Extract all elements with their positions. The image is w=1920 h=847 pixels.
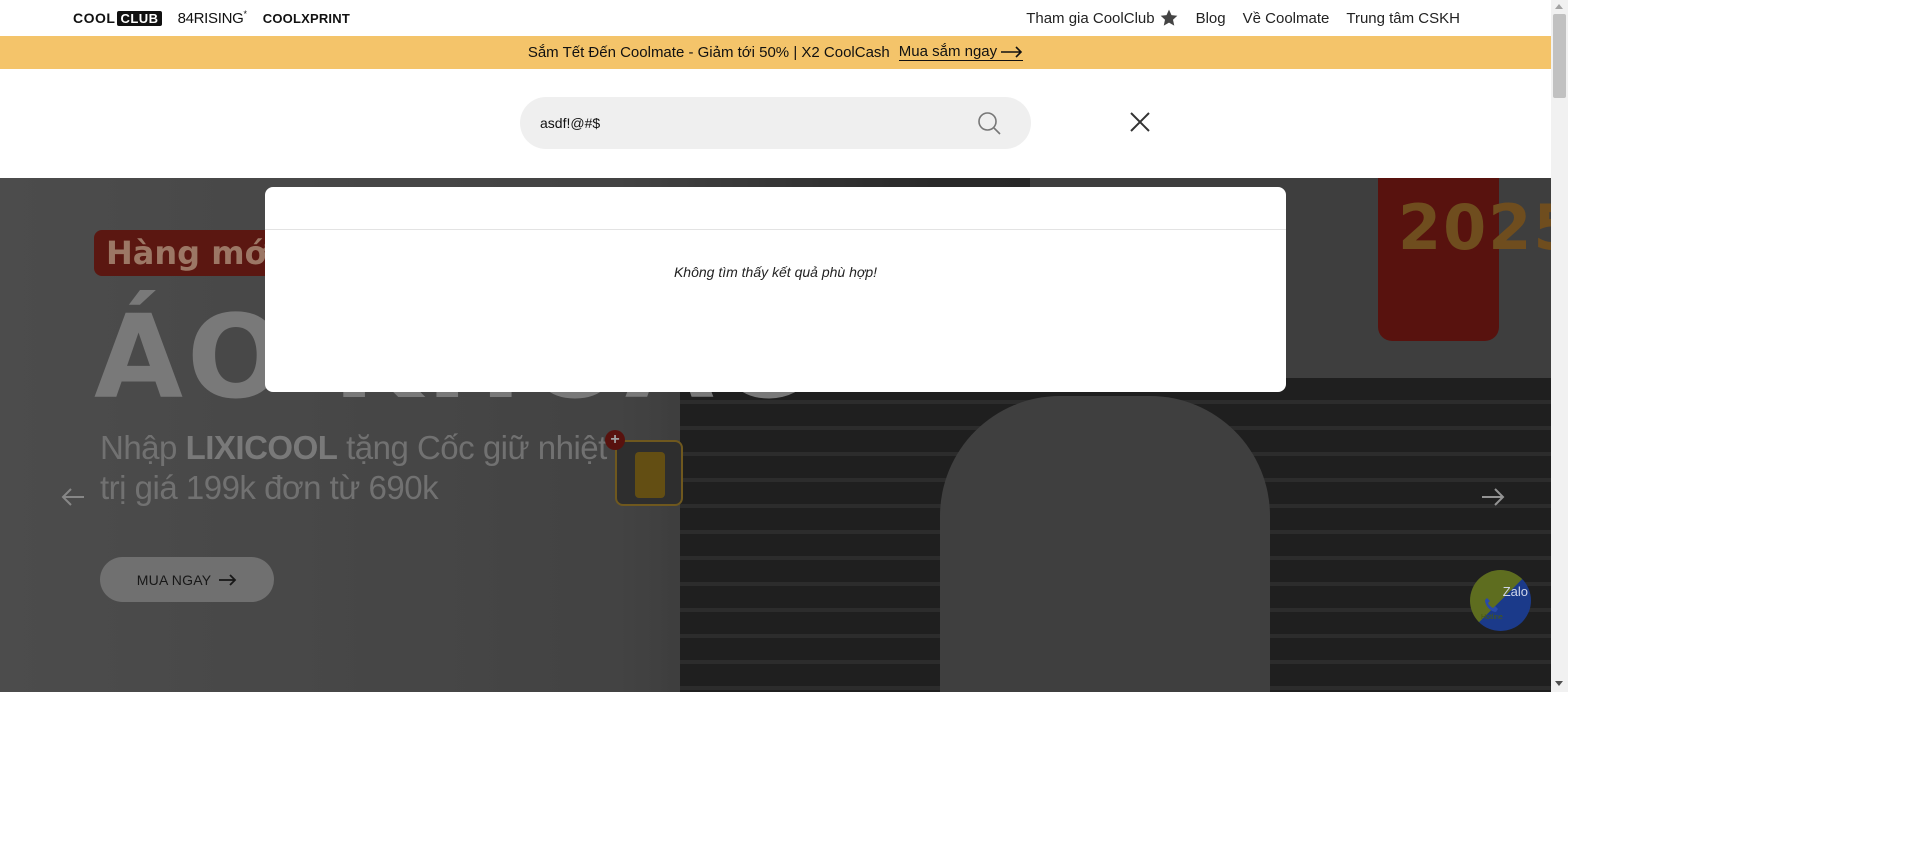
search-input[interactable] <box>540 115 960 131</box>
zalo-label: Zalo <box>1502 584 1528 599</box>
coolclub-logo[interactable]: COOL CLUB <box>73 10 162 26</box>
84rising-text: 84RISING <box>177 10 244 27</box>
scroll-down-arrow-icon[interactable] <box>1555 681 1563 686</box>
search-icon[interactable] <box>977 111 1001 135</box>
zalo-hotline-widget[interactable]: Zalo Hotline <box>1470 570 1531 631</box>
promo-cta-link[interactable]: Mua sắm ngay <box>898 43 1024 61</box>
top-links: Tham gia CoolClub Blog Về Coolmate Trung… <box>1026 0 1460 36</box>
phone-icon <box>1485 598 1498 612</box>
coolclub-box: CLUB <box>117 10 162 26</box>
arrow-right-icon <box>1001 46 1023 58</box>
about-link[interactable]: Về Coolmate <box>1243 10 1330 27</box>
close-icon[interactable] <box>1130 112 1150 132</box>
84rising-logo[interactable]: 84RISING* <box>178 9 247 27</box>
promo-bar: Sắm Tết Đến Coolmate - Giảm tới 50% | X2… <box>0 36 1551 69</box>
brand-links: COOL CLUB 84RISING* COOLXPRINT <box>73 0 350 36</box>
join-coolclub-label: Tham gia CoolClub <box>1026 9 1155 27</box>
support-link[interactable]: Trung tâm CSKH <box>1346 10 1460 27</box>
search-field[interactable] <box>520 97 1031 149</box>
coolclub-prefix: COOL <box>73 10 116 26</box>
84rising-mark: * <box>243 9 248 19</box>
star-icon <box>1160 9 1177 26</box>
search-header <box>0 69 1551 178</box>
promo-cta-label: Mua sắm ngay <box>898 43 998 60</box>
hotline-label: Hotline <box>1481 614 1503 621</box>
search-results-panel: Không tìm thấy kết quả phù hợp! <box>265 187 1286 392</box>
page-scrollbar[interactable] <box>1551 0 1568 692</box>
promo-text: Sắm Tết Đến Coolmate - Giảm tới 50% | X2… <box>527 44 890 61</box>
top-nav: COOL CLUB 84RISING* COOLXPRINT Tham gia … <box>0 0 1551 36</box>
results-divider <box>265 229 1286 230</box>
blog-link[interactable]: Blog <box>1196 10 1226 27</box>
coolxprint-logo[interactable]: COOLXPRINT <box>263 11 350 26</box>
join-coolclub-link[interactable]: Tham gia CoolClub <box>1026 8 1178 28</box>
no-results-message: Không tìm thấy kết quả phù hợp! <box>673 264 878 280</box>
scroll-up-arrow-icon[interactable] <box>1555 4 1563 9</box>
scroll-thumb[interactable] <box>1553 14 1566 98</box>
